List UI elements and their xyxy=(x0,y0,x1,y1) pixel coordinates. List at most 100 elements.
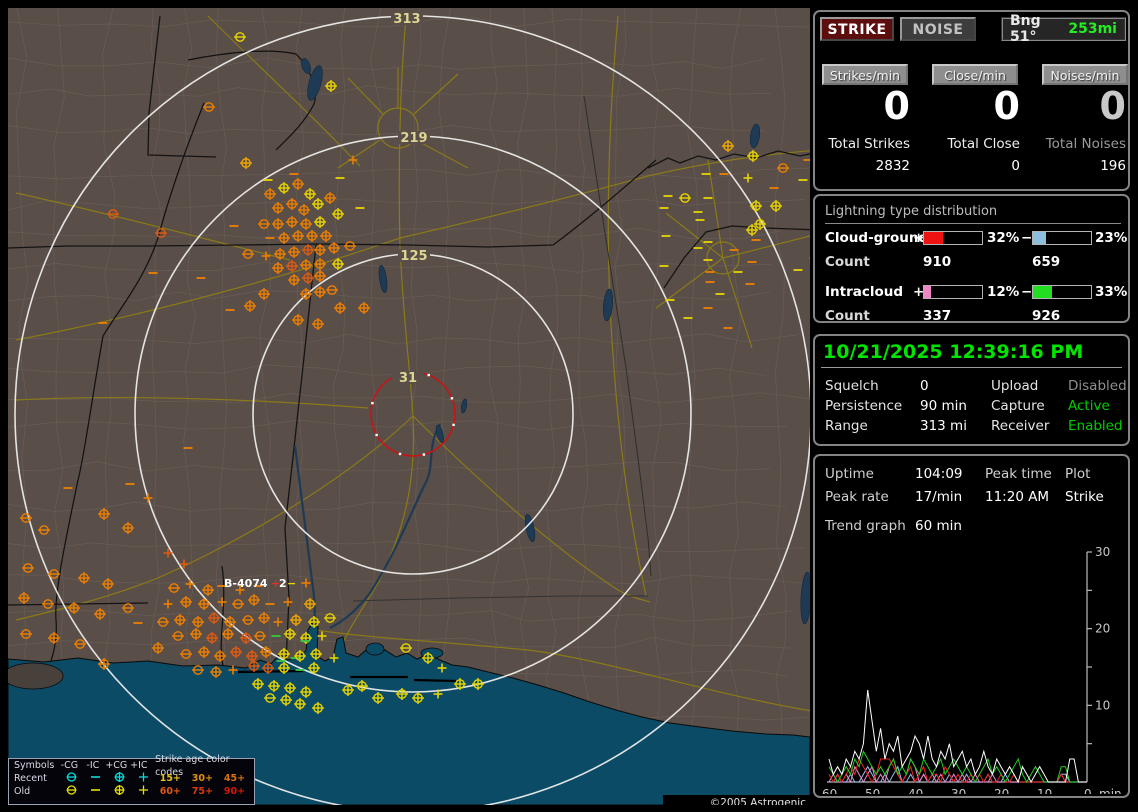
total-strikes-value: 2832 xyxy=(875,158,910,174)
trend-graph: 10 20 30 60 50 40 30 20 10 0 min xyxy=(822,545,1122,794)
ring-dot xyxy=(422,453,426,456)
cg-positive-percent: 32% xyxy=(987,230,1020,246)
ic-positive-count: 337 xyxy=(923,308,952,324)
x-tick-label: 20 xyxy=(994,787,1009,794)
y-tick-label: 20 xyxy=(1095,622,1110,636)
ring-dot xyxy=(427,373,430,377)
strike-age-code: 15+ xyxy=(159,773,181,784)
legend-symbol-cell xyxy=(59,784,84,800)
lightning-map[interactable]: 313 219 125 31 B-4074 +2− Symbols -CG -IC +CG… xyxy=(8,8,810,805)
strike-age-code: 60+ xyxy=(159,786,181,797)
cg+-symbol-icon xyxy=(114,784,125,795)
persistence-label: Persistence xyxy=(825,398,903,414)
plot-type-value: Strike xyxy=(1065,489,1104,505)
legend-symbol-cell xyxy=(132,784,153,800)
intracloud-row: Intracloud + 12% − 33% xyxy=(815,284,1128,300)
copyright-notice: ©2005 Astrogenic Systems xyxy=(663,795,810,805)
strike-age-code: 75+ xyxy=(191,786,213,797)
squelch-label: Squelch xyxy=(825,378,879,394)
count-label: Count xyxy=(825,254,870,270)
bay xyxy=(365,642,385,656)
x-tick-label: 60 xyxy=(822,787,837,794)
ring-dot xyxy=(450,397,454,400)
x-tick-label: 40 xyxy=(908,787,923,794)
ring-dot xyxy=(398,452,402,456)
ring-distance-label: 219 xyxy=(400,131,427,146)
noises-per-min-label[interactable]: Noises/min xyxy=(1042,64,1128,85)
intracloud-label: Intracloud xyxy=(825,284,904,300)
strike-mode-button[interactable]: STRIKE xyxy=(820,17,894,41)
ic--symbol-icon xyxy=(91,775,101,778)
cg-negative-count: 659 xyxy=(1032,254,1061,270)
ic-negative-percent: 33% xyxy=(1095,284,1128,300)
noises-per-min-value: 0 xyxy=(1099,84,1126,128)
receiver-value: Enabled xyxy=(1068,418,1123,434)
strike-age-code: 90+ xyxy=(223,786,246,797)
strikes-per-min-label[interactable]: Strikes/min xyxy=(822,64,908,85)
cell-id-label: B-4074 xyxy=(224,577,268,590)
cloud-ground-row: Cloud-ground + 32% − 23% xyxy=(815,230,1128,246)
ring-dot xyxy=(375,433,378,437)
peak-time-value: 11:20 AM xyxy=(985,489,1050,505)
cell-count-label: 2 xyxy=(279,577,287,590)
legend-age-row-label: Recent xyxy=(14,773,47,784)
cg--symbol-icon xyxy=(66,771,77,782)
close-per-min-value: 0 xyxy=(993,84,1020,128)
peak-rate-value: 17/min xyxy=(915,489,963,505)
ic+-symbol-icon xyxy=(138,785,148,794)
cg-negative-percent: 23% xyxy=(1095,230,1128,246)
ic-positive-percent: 12% xyxy=(987,284,1020,300)
plot-label: Plot xyxy=(1065,466,1091,482)
uptime-value: 104:09 xyxy=(915,466,963,482)
ic-negative-bar xyxy=(1032,285,1092,299)
cell-trend-icon: − xyxy=(287,577,296,590)
legend-age-row-label: Old xyxy=(14,786,31,797)
noise-mode-button[interactable]: NOISE xyxy=(900,17,976,41)
minus-sign: − xyxy=(1021,284,1033,300)
ring-distance-label: 313 xyxy=(393,12,420,27)
ic-positive-bar xyxy=(923,285,983,299)
y-tick-label: 10 xyxy=(1095,698,1110,712)
total-close-label: Total Close xyxy=(947,136,1020,152)
datetime-display: 10/21/2025 12:39:16 PM xyxy=(823,341,1084,363)
counters-panel: STRIKE NOISE Bng 51° 253mi Strikes/min C… xyxy=(813,10,1130,191)
trend-series-cg_pos xyxy=(828,757,1087,784)
strike-age-code: 30+ xyxy=(191,773,213,784)
legend-symbol-cell xyxy=(107,784,132,800)
total-close-value: 0 xyxy=(1011,158,1020,174)
x-axis-unit-label: min xyxy=(1099,787,1122,794)
close-per-min-label[interactable]: Close/min xyxy=(932,64,1018,85)
status-panel: 10/21/2025 12:39:16 PM Squelch 0 Upload … xyxy=(813,334,1130,446)
lightning-distribution-panel: Lightning type distribution Cloud-ground… xyxy=(813,194,1130,324)
cg+-symbol-icon xyxy=(114,771,125,782)
peak-rate-label: Peak rate xyxy=(825,489,889,505)
peak-time-label: Peak time xyxy=(985,466,1052,482)
legend-symbol-cell xyxy=(84,784,107,800)
divider xyxy=(821,367,1122,368)
x-tick-label: 30 xyxy=(951,787,966,794)
persistence-value: 90 min xyxy=(920,398,967,414)
legend-symbols-title: Symbols xyxy=(14,760,55,771)
upload-value: Disabled xyxy=(1068,378,1127,394)
minus-sign: − xyxy=(1021,230,1033,246)
map-symbol-legend: Symbols -CG -IC +CG +IC Strike age color… xyxy=(8,754,255,805)
cg--symbol-icon xyxy=(66,784,77,795)
range-label: Range xyxy=(825,418,868,434)
range-value: 313 mi xyxy=(920,418,967,434)
cg-negative-bar xyxy=(1032,231,1092,245)
bearing-readout: Bng 51° 253mi xyxy=(1001,13,1126,45)
bearing-label: Bng 51° xyxy=(1010,13,1041,45)
trend-axes xyxy=(827,551,1092,783)
y-tick-label: 30 xyxy=(1095,545,1110,559)
bearing-range: 253mi xyxy=(1068,21,1117,37)
count-label: Count xyxy=(825,308,870,324)
map-canvas: 313 219 125 31 B-4074 +2− xyxy=(8,8,810,805)
cell-track-label: B-4074 +2− xyxy=(224,577,296,590)
strike-age-code: 45+ xyxy=(223,773,246,784)
squelch-value: 0 xyxy=(920,378,929,394)
receiver-label: Receiver xyxy=(991,418,1050,434)
capture-label: Capture xyxy=(991,398,1045,414)
ring-dot xyxy=(452,423,455,427)
total-noises-label: Total Noises xyxy=(1045,136,1126,152)
total-strikes-label: Total Strikes xyxy=(828,136,910,152)
